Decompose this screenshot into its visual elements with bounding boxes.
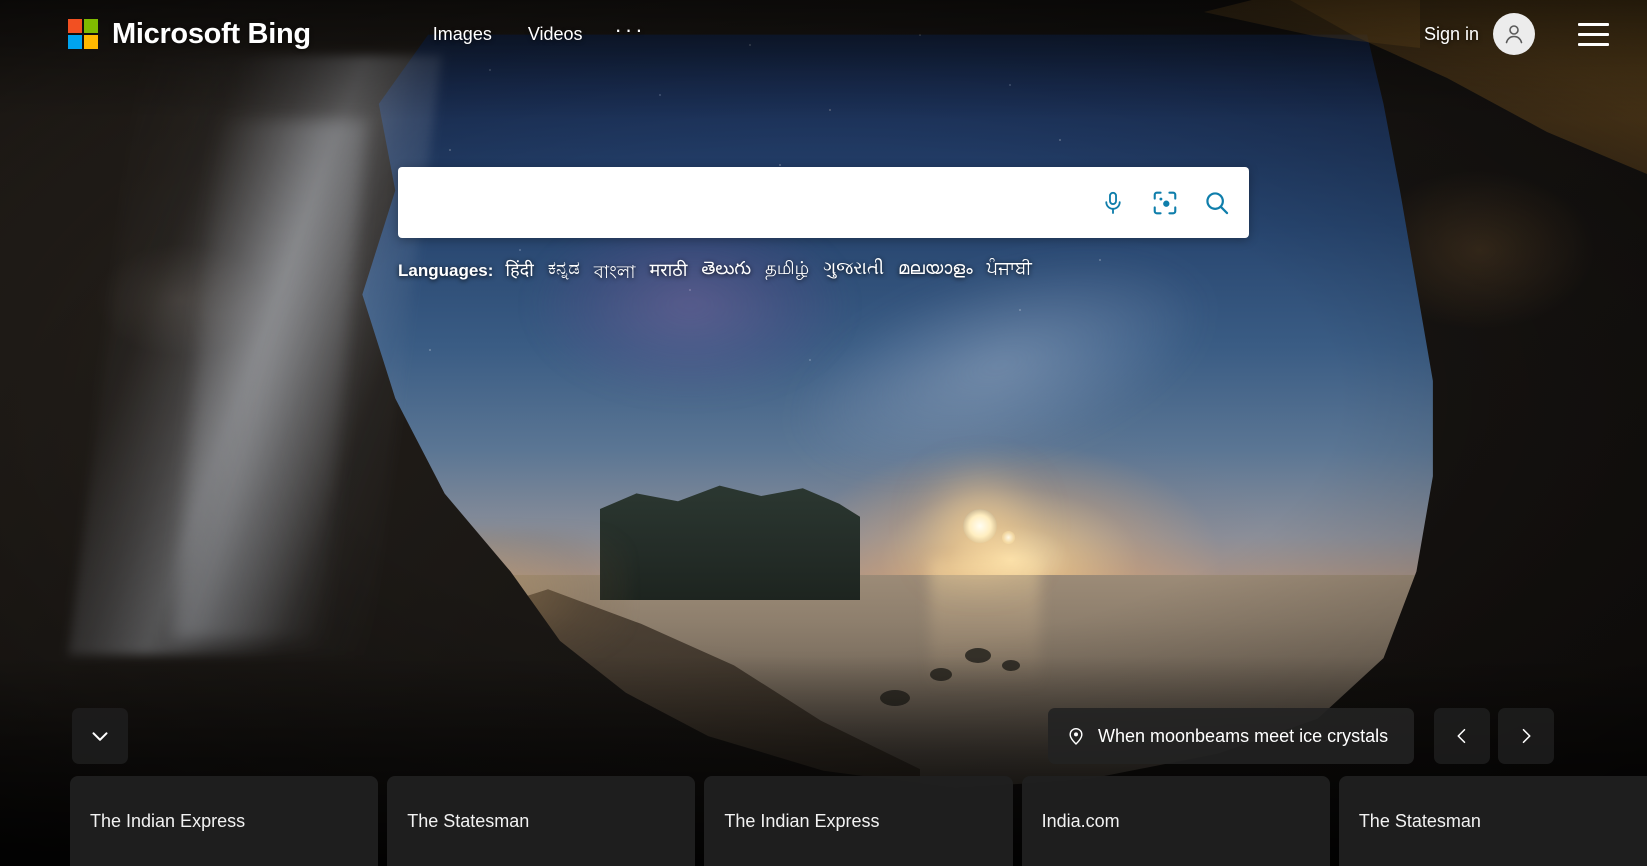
languages-row: Languages: हिंदी ಕನ್ನಡ বাংলা मराठी తెలుగ… <box>398 258 1249 289</box>
visual-search-button[interactable] <box>1139 177 1191 229</box>
nav-link-images[interactable]: Images <box>415 16 510 53</box>
expand-panel-button[interactable] <box>72 708 128 764</box>
search-icon <box>1206 191 1229 214</box>
bing-logo[interactable]: Microsoft Bing <box>68 18 311 51</box>
language-link-tamil[interactable]: தமிழ் <box>765 258 809 289</box>
search-input[interactable] <box>398 167 1087 238</box>
chevron-left-icon <box>1457 728 1466 744</box>
header-right-cluster: Sign in <box>1424 12 1615 56</box>
news-tile-strip: The Indian Express The Statesman The Ind… <box>0 776 1647 866</box>
language-link-bengali[interactable]: বাংলা <box>594 258 636 289</box>
news-tile-source: The Indian Express <box>724 810 880 831</box>
news-tile[interactable]: India.com <box>1021 776 1330 866</box>
hamburger-menu-button[interactable] <box>1571 12 1615 56</box>
news-tile[interactable]: The Statesman <box>387 776 696 866</box>
image-caption-text: When moonbeams meet ice crystals <box>1098 725 1389 746</box>
nav-link-videos[interactable]: Videos <box>510 16 601 53</box>
microphone-button[interactable] <box>1087 177 1139 229</box>
news-tile-source: The Statesman <box>407 810 530 831</box>
language-link-malayalam[interactable]: മലയാളം <box>898 258 973 289</box>
logo-text: Microsoft Bing <box>112 17 311 50</box>
search-box[interactable] <box>398 167 1249 238</box>
avatar[interactable] <box>1493 13 1535 55</box>
person-icon <box>1505 25 1523 44</box>
search-submit-button[interactable] <box>1191 177 1243 229</box>
languages-label: Languages: <box>398 261 494 280</box>
bottom-control-row: When moonbeams meet ice crystals <box>0 708 1647 766</box>
search-area: Languages: हिंदी ಕನ್ನಡ বাংলা मराठी తెలుగ… <box>0 167 1647 289</box>
news-tile-source: India.com <box>1041 810 1120 831</box>
microsoft-logo-icon <box>68 19 98 49</box>
nav-more-button[interactable]: ··· <box>601 19 660 47</box>
chevron-right-icon <box>1522 728 1531 744</box>
sign-in-link[interactable]: Sign in <box>1424 24 1479 45</box>
news-tile[interactable]: The Indian Express <box>704 776 1013 866</box>
language-link-kannada[interactable]: ಕನ್ನಡ <box>548 258 580 289</box>
language-link-hindi[interactable]: हिंदी <box>505 258 533 289</box>
news-tile-source: The Statesman <box>1358 810 1481 831</box>
primary-nav: Images Videos ··· <box>415 16 660 53</box>
image-caption-pill[interactable]: When moonbeams meet ice crystals <box>1048 708 1415 764</box>
news-tile-source: The Indian Express <box>90 810 246 831</box>
language-link-marathi[interactable]: मराठी <box>650 258 688 289</box>
visual-search-icon <box>1153 191 1177 214</box>
previous-image-button[interactable] <box>1434 708 1490 764</box>
chevron-down-icon <box>92 732 108 741</box>
language-links: हिंदी ಕನ್ನಡ বাংলা मराठी తెలుగు தமிழ் ગુજ… <box>505 258 1031 289</box>
location-pin-icon <box>1069 727 1083 745</box>
language-link-gujarati[interactable]: ગુજરાતી <box>823 258 884 289</box>
news-tile[interactable]: The Statesman <box>1338 776 1647 866</box>
next-image-button[interactable] <box>1498 708 1554 764</box>
language-link-punjabi[interactable]: ਪੰਜਾਬੀ <box>987 258 1032 289</box>
microphone-icon <box>1105 191 1121 214</box>
site-header: Microsoft Bing Images Videos ··· Sign in <box>0 0 1647 68</box>
language-link-telugu[interactable]: తెలుగు <box>701 258 751 289</box>
bing-homepage: Microsoft Bing Images Videos ··· Sign in <box>0 0 1647 866</box>
news-tile[interactable]: The Indian Express <box>70 776 379 866</box>
